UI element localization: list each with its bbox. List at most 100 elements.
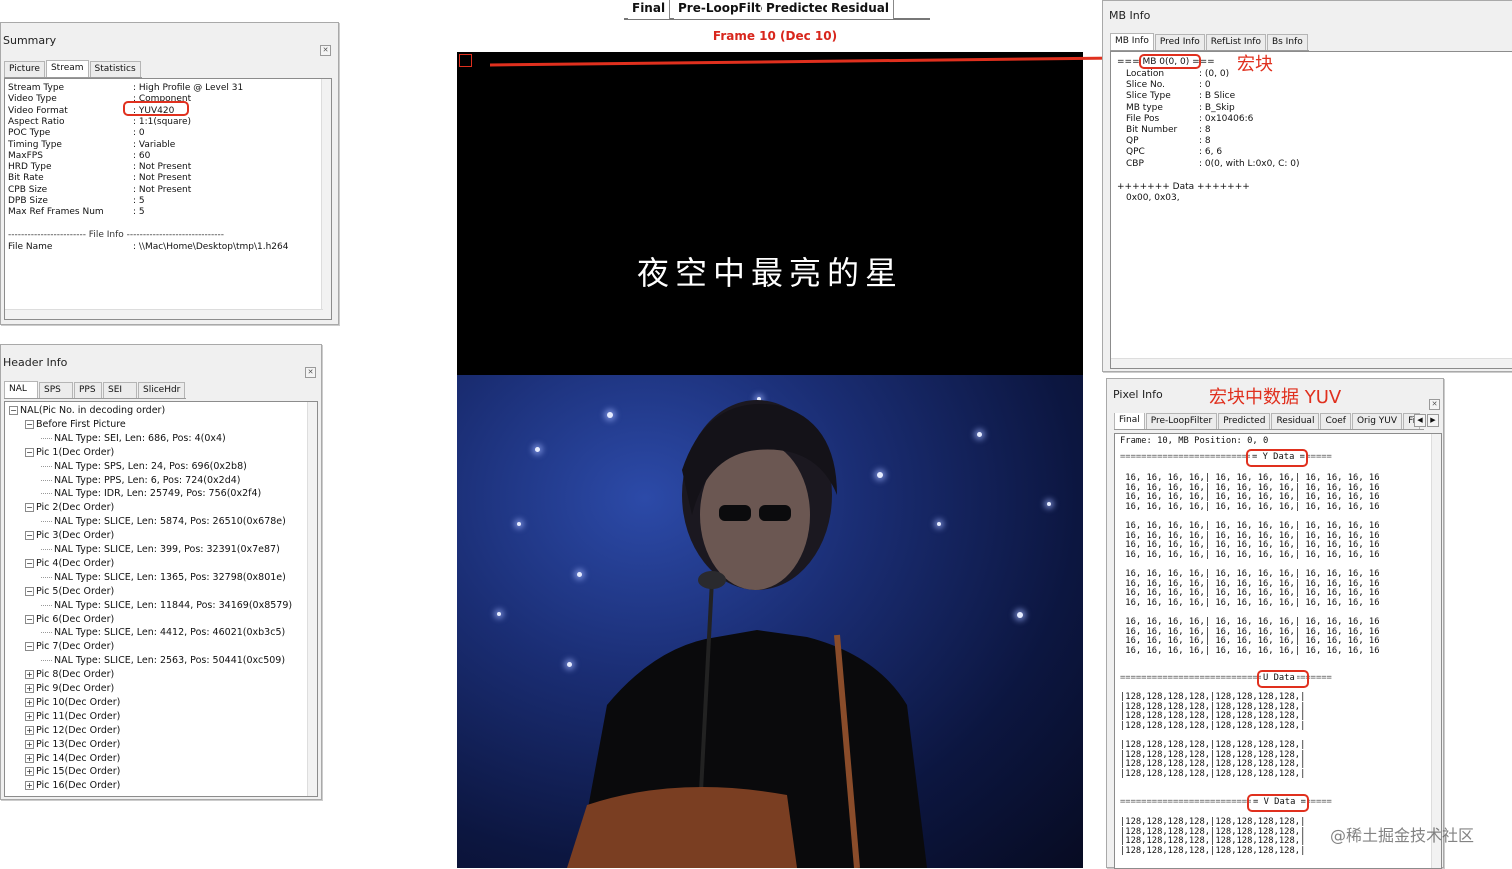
collapse-icon[interactable]: − — [25, 642, 34, 652]
mb-value: : (0, 0) — [1199, 69, 1230, 79]
tree-node[interactable]: NAL Type: SLICE, Len: 1365, Pos: 32798(0… — [41, 571, 286, 584]
tab-stream[interactable]: Stream — [45, 60, 89, 77]
tree-node[interactable]: + Pic 14(Dec Order) — [25, 752, 120, 765]
close-icon[interactable]: ✕ — [305, 367, 316, 378]
collapse-icon[interactable]: − — [25, 447, 34, 457]
tree-node[interactable]: + Pic 8(Dec Order) — [25, 668, 114, 681]
pixel-frame-line: Frame: 10, MB Position: 0, 0 — [1120, 436, 1269, 446]
tab-residual[interactable]: Residual — [827, 0, 894, 19]
tab-slicehdr[interactable]: SliceHdr — [138, 382, 186, 398]
tree-node[interactable]: NAL Type: SLICE, Len: 2563, Pos: 50441(0… — [41, 654, 285, 667]
tab-final[interactable]: Final — [628, 0, 671, 19]
tab-bs-info[interactable]: Bs Info — [1266, 34, 1308, 50]
collapse-icon[interactable]: − — [25, 558, 34, 568]
expand-icon[interactable]: + — [25, 781, 34, 791]
summary-value: : Not Present — [133, 184, 192, 195]
expand-icon[interactable]: + — [25, 739, 34, 749]
tree-node[interactable]: + Pic 9(Dec Order) — [25, 682, 114, 695]
summary-key: Max Ref Frames Num — [8, 207, 104, 218]
expand-icon[interactable]: + — [25, 753, 34, 763]
collapse-icon[interactable]: − — [25, 419, 34, 429]
tree-node[interactable]: + Pic 15(Dec Order) — [25, 765, 120, 778]
tab-pps[interactable]: PPS — [74, 382, 102, 398]
tab-statistics[interactable]: Statistics — [89, 61, 141, 77]
horizontal-scrollbar[interactable] — [5, 309, 323, 319]
tab-picture[interactable]: Picture — [4, 61, 45, 77]
tree-connector — [41, 549, 52, 550]
tree-node[interactable]: NAL Type: SLICE, Len: 11844, Pos: 34169(… — [41, 599, 292, 612]
tab-sps[interactable]: SPS — [39, 382, 73, 398]
tree-connector — [41, 493, 52, 495]
tab-orig-yuv[interactable]: Orig YUV — [1351, 413, 1403, 429]
expand-icon[interactable]: + — [25, 711, 34, 721]
tree-node[interactable]: − Pic 5(Dec Order) — [25, 585, 114, 598]
tree-node-label: Pic 10(Dec Order) — [36, 696, 121, 708]
nal-tree: − NAL(Pic No. in decoding order) − Before F… — [4, 401, 318, 797]
vertical-scrollbar[interactable] — [321, 79, 331, 319]
tree-node[interactable]: + Pic 10(Dec Order) — [25, 696, 120, 709]
tab-sei[interactable]: SEI — [103, 382, 137, 398]
expand-icon[interactable]: + — [25, 684, 34, 693]
tab-pred-info[interactable]: Pred Info — [1154, 34, 1205, 50]
vertical-scrollbar[interactable] — [1431, 434, 1441, 868]
tree-node[interactable]: − Pic 3(Dec Order) — [25, 529, 114, 542]
tree-node[interactable]: + Pic 16(Dec Order) — [25, 779, 120, 792]
tree-node[interactable]: − Pic 2(Dec Order) — [25, 501, 114, 514]
tab-predicted[interactable]: Predicted — [762, 0, 837, 19]
summary-key: Video Format — [8, 105, 68, 116]
tree-node[interactable]: + Pic 12(Dec Order) — [25, 724, 120, 737]
tree-node[interactable]: + Pic 11(Dec Order) — [25, 710, 120, 723]
tab-scroll-right-icon[interactable]: ▶ — [1427, 414, 1439, 427]
tree-node[interactable]: NAL Type: IDR, Len: 25749, Pos: 756(0x2f… — [41, 487, 261, 500]
tree-node[interactable]: + Pic 13(Dec Order) — [25, 738, 120, 751]
tab-predicted[interactable]: Predicted — [1218, 413, 1271, 429]
collapse-icon[interactable]: − — [9, 406, 18, 415]
horizontal-scrollbar[interactable] — [1111, 358, 1512, 368]
collapse-icon[interactable]: − — [25, 614, 34, 624]
mb-key: Slice No. — [1126, 80, 1166, 91]
tree-node[interactable]: − Before First Picture — [25, 418, 126, 431]
summary-value: : Variable — [133, 139, 176, 150]
collapse-icon[interactable]: − — [25, 503, 34, 513]
vertical-scrollbar[interactable] — [307, 402, 317, 796]
close-icon[interactable]: ✕ — [1429, 399, 1440, 410]
tree-node-label: Pic 8(Dec Order) — [36, 669, 115, 681]
tree-node[interactable]: NAL Type: SPS, Len: 24, Pos: 696(0x2b8) — [41, 460, 247, 473]
pixel-info-panel: Pixel Info 宏块中数据 YUV ✕ Final Pre-LoopFil… — [1106, 378, 1444, 869]
summary-value: : Not Present — [133, 162, 192, 173]
tree-node[interactable]: NAL Type: SLICE, Len: 4412, Pos: 46021(0… — [41, 626, 285, 639]
mb-marker-box — [459, 54, 472, 67]
tree-node[interactable]: − Pic 7(Dec Order) — [25, 640, 114, 653]
top-tab-bar: Final Pre-LoopFilter Predicted Residual — [624, 0, 930, 20]
summary-value: : 1:1(square) — [133, 116, 192, 127]
tree-connector — [41, 604, 52, 606]
tab-scroll-left-icon[interactable]: ◀ — [1414, 414, 1426, 427]
mb-info-title: MB Info — [1109, 9, 1151, 22]
mb-data-header: +++++++ Data +++++++ — [1117, 182, 1250, 192]
tab-final[interactable]: Final — [1114, 413, 1145, 429]
tree-node[interactable]: − Pic 4(Dec Order) — [25, 557, 114, 570]
tab-mb-info[interactable]: MB Info — [1110, 33, 1154, 50]
expand-icon[interactable]: + — [25, 697, 34, 707]
tab-coef[interactable]: Coef — [1320, 413, 1351, 429]
tab-pre-loopfilter[interactable]: Pre-LoopFilter — [1145, 413, 1218, 429]
tree-node[interactable]: NAL Type: SLICE, Len: 399, Pos: 32391(0x… — [41, 543, 280, 556]
tree-node[interactable]: NAL Type: SEI, Len: 686, Pos: 4(0x4) — [41, 432, 226, 445]
tree-node[interactable]: − Pic 1(Dec Order) — [25, 446, 114, 459]
tree-connector — [41, 576, 52, 578]
tree-node[interactable]: − NAL(Pic No. in decoding order) — [9, 404, 165, 417]
tab-reflist-info[interactable]: RefList Info — [1205, 34, 1266, 50]
expand-icon[interactable]: + — [25, 767, 34, 777]
expand-icon[interactable]: + — [25, 725, 34, 735]
close-icon[interactable]: ✕ — [320, 45, 331, 56]
tree-node[interactable]: − Pic 6(Dec Order) — [25, 613, 114, 626]
tree-node[interactable]: NAL Type: SLICE, Len: 5874, Pos: 26510(0… — [41, 515, 286, 528]
tab-nal[interactable]: NAL — [4, 381, 38, 398]
expand-icon[interactable]: + — [25, 670, 34, 680]
collapse-icon[interactable]: − — [25, 531, 34, 541]
collapse-icon[interactable]: − — [25, 586, 34, 596]
annotation-arrow — [489, 48, 1136, 68]
tree-node[interactable]: NAL Type: PPS, Len: 6, Pos: 724(0x2d4) — [41, 474, 240, 487]
summary-value: : 5 — [133, 196, 145, 206]
tab-residual[interactable]: Residual — [1271, 413, 1320, 429]
